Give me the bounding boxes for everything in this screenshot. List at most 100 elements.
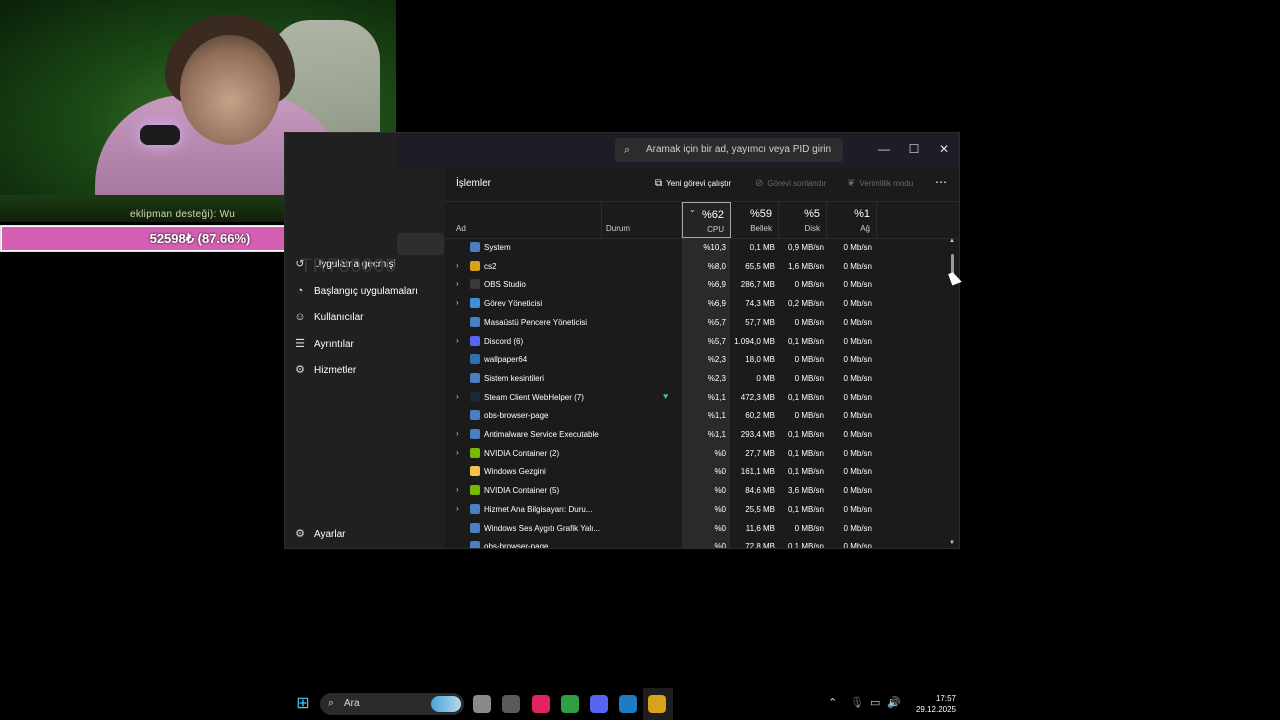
- title-bar: ⌕ Aramak için bir ad, yayımcı veya PID g…: [397, 133, 959, 168]
- process-cpu: %2,3: [707, 355, 726, 365]
- process-name: NVIDIA Container (2): [484, 448, 560, 458]
- process-name: Masaüstü Pencere Yöneticisi: [484, 317, 588, 327]
- sidebar: ↺ Uygulama geçmişi ◔ Başlangıç uygulamalar…: [285, 168, 444, 548]
- microphone-icon[interactable]: 🎙: [850, 696, 864, 709]
- sidebar-item-settings[interactable]: ⚙ Ayarlar: [293, 522, 345, 546]
- process-memory: 57,7 MB: [745, 317, 775, 327]
- photos-icon[interactable]: [619, 695, 637, 713]
- process-row[interactable]: Windows Gezgini %0 161,1 MB 0,1 MB/sn 0 Mb/s…: [445, 462, 959, 481]
- webcam-ticker: eklipman desteği): Wu: [130, 209, 236, 220]
- column-name[interactable]: Ad: [445, 202, 602, 238]
- taskbar-clock[interactable]: 17:57 29.12.2025: [900, 693, 956, 715]
- chevron-right-icon[interactable]: ›: [456, 485, 459, 494]
- scroll-up-arrow-icon[interactable]: ▲: [949, 238, 955, 244]
- process-disk: 0,1 MB/sn: [787, 448, 824, 458]
- process-network: 0 Mb/sn: [843, 261, 872, 271]
- process-row[interactable]: › Steam Client WebHelper (7) ♥ %1,1 472,3 MB…: [445, 388, 959, 407]
- process-memory: 1.094,0 MB: [734, 336, 775, 346]
- sidebar-item-details[interactable]: ☰ Ayrıntılar: [293, 332, 354, 356]
- maximize-button[interactable]: ☐: [902, 139, 926, 159]
- process-icon: [470, 447, 480, 458]
- chevron-right-icon[interactable]: ›: [456, 279, 459, 288]
- sidebar-item-users[interactable]: ☺ Kullanıcılar: [293, 305, 363, 329]
- scroll-down-arrow-icon[interactable]: ▼: [949, 540, 955, 546]
- run-new-task-button[interactable]: ⧉ Yeni görevi çalıştır: [655, 178, 731, 189]
- process-row[interactable]: wallpaper64 %2,3 18,0 MB 0 MB/sn 0 Mb/sn: [445, 350, 959, 369]
- column-network[interactable]: %1 Ağ: [827, 202, 877, 238]
- tray-overflow-chevron-icon[interactable]: ⌃: [828, 696, 837, 709]
- column-memory[interactable]: %59 Bellek: [731, 202, 779, 238]
- process-row[interactable]: obs-browser-page %0 72,8 MB 0,1 MB/sn 0 Mb/s…: [445, 537, 959, 548]
- discord-icon[interactable]: [590, 695, 608, 713]
- process-name: Windows Ses Aygıtı Grafik Yalı...: [484, 523, 601, 533]
- file-explorer-icon[interactable]: [473, 695, 491, 713]
- process-memory: 72,8 MB: [745, 542, 775, 548]
- column-cpu[interactable]: ⌄ %62 CPU: [682, 202, 731, 238]
- volume-icon[interactable]: 🔊: [887, 696, 901, 709]
- process-row[interactable]: › OBS Studio %6,9 286,7 MB 0 MB/sn 0 Mb/sn: [445, 275, 959, 294]
- process-row[interactable]: System %10,3 0,1 MB 0,9 MB/sn 0 Mb/sn: [445, 238, 959, 257]
- chrome-alt-icon[interactable]: [502, 695, 520, 713]
- process-cpu: %0: [714, 523, 726, 533]
- windows-start-icon[interactable]: ⊞: [294, 695, 312, 713]
- process-cpu: %0: [714, 448, 726, 458]
- chevron-right-icon[interactable]: ›: [456, 392, 459, 401]
- process-row[interactable]: › Antimalware Service Executable %1,1 293,4…: [445, 425, 959, 444]
- sidebar-item-startup[interactable]: ◔ Başlangıç uygulamaları: [293, 279, 418, 303]
- process-cpu: %5,7: [707, 336, 726, 346]
- process-row[interactable]: › Görev Yöneticisi %6,9 74,3 MB 0,2 MB/sn 0 M…: [445, 294, 959, 313]
- process-disk: 0 MB/sn: [794, 355, 824, 365]
- close-button[interactable]: ✕: [932, 139, 956, 159]
- sort-chevron-icon: ⌄: [689, 205, 696, 214]
- process-row[interactable]: › NVIDIA Container (5) %0 84,6 MB 3,6 MB/sn 0…: [445, 481, 959, 500]
- process-disk: 0 MB/sn: [794, 523, 824, 533]
- new-task-icon: ⧉: [655, 178, 663, 189]
- process-name: Görev Yöneticisi: [484, 299, 543, 309]
- chevron-right-icon[interactable]: ›: [456, 261, 459, 270]
- process-disk: 0 MB/sn: [794, 373, 824, 383]
- efficiency-mode-button[interactable]: ❦ Verimlilik modu: [847, 178, 913, 189]
- chevron-right-icon[interactable]: ›: [456, 298, 459, 307]
- process-icon: [470, 354, 480, 365]
- process-row[interactable]: › Discord (6) %5,7 1.094,0 MB 0,1 MB/sn 0 Mb/…: [445, 332, 959, 351]
- process-row[interactable]: › cs2 %8,0 65,5 MB 1,6 MB/sn 0 Mb/sn: [445, 257, 959, 276]
- process-name: Steam Client WebHelper (7): [484, 392, 584, 402]
- process-icon: [470, 335, 480, 346]
- process-network: 0 Mb/sn: [843, 280, 872, 290]
- process-network: 0 Mb/sn: [843, 299, 872, 309]
- network-icon[interactable]: ▭: [870, 696, 880, 709]
- process-row[interactable]: Windows Ses Aygıtı Grafik Yalı... %0 11,6 …: [445, 519, 959, 538]
- process-row[interactable]: Sistem kesintileri %2,3 0 MB 0 MB/sn 0 Mb/sn: [445, 369, 959, 388]
- process-disk: 1,6 MB/sn: [787, 261, 824, 271]
- process-cpu: %6,9: [707, 299, 726, 309]
- process-name: wallpaper64: [484, 355, 528, 365]
- taskbar-search[interactable]: ⌕ Ara: [320, 693, 464, 715]
- search-icon: ⌕: [328, 697, 335, 709]
- leaf-icon: ❦: [847, 178, 856, 189]
- process-icon: [470, 298, 480, 309]
- end-task-button[interactable]: ⊘ Görevi sonlandır: [755, 178, 826, 189]
- chrome-icon[interactable]: [561, 695, 579, 713]
- process-row[interactable]: Masaüstü Pencere Yöneticisi %5,7 57,7 MB 0 …: [445, 313, 959, 332]
- more-options-button[interactable]: ⋯: [935, 175, 947, 189]
- chevron-right-icon[interactable]: ›: [456, 429, 459, 438]
- column-status[interactable]: Durum: [602, 202, 682, 238]
- process-row[interactable]: › Hizmet Ana Bilgisayarı: Duru... %0 25,5 M…: [445, 500, 959, 519]
- minimize-button[interactable]: —: [872, 139, 896, 159]
- process-network: 0 Mb/sn: [843, 542, 872, 548]
- process-search-input[interactable]: ⌕ Aramak için bir ad, yayımcı veya PID g…: [615, 138, 843, 162]
- chevron-right-icon[interactable]: ›: [456, 504, 459, 513]
- process-icon: [470, 372, 480, 383]
- column-disk[interactable]: %5 Disk: [779, 202, 827, 238]
- process-icon: [470, 503, 480, 514]
- process-row[interactable]: › NVIDIA Container (2) %0 27,7 MB 0,1 MB/sn 0…: [445, 444, 959, 463]
- sidebar-item-services[interactable]: ⚙ Hizmetler: [293, 358, 356, 382]
- chevron-right-icon[interactable]: ›: [456, 336, 459, 345]
- process-memory: 74,3 MB: [745, 299, 775, 309]
- process-network: 0 Mb/sn: [843, 486, 872, 496]
- chevron-right-icon[interactable]: ›: [456, 448, 459, 457]
- music-app-icon[interactable]: [532, 695, 550, 713]
- process-row[interactable]: obs-browser-page %1,1 60,2 MB 0 MB/sn 0 Mb/s…: [445, 406, 959, 425]
- cs2-icon[interactable]: [648, 695, 666, 713]
- process-memory: 286,7 MB: [740, 280, 775, 290]
